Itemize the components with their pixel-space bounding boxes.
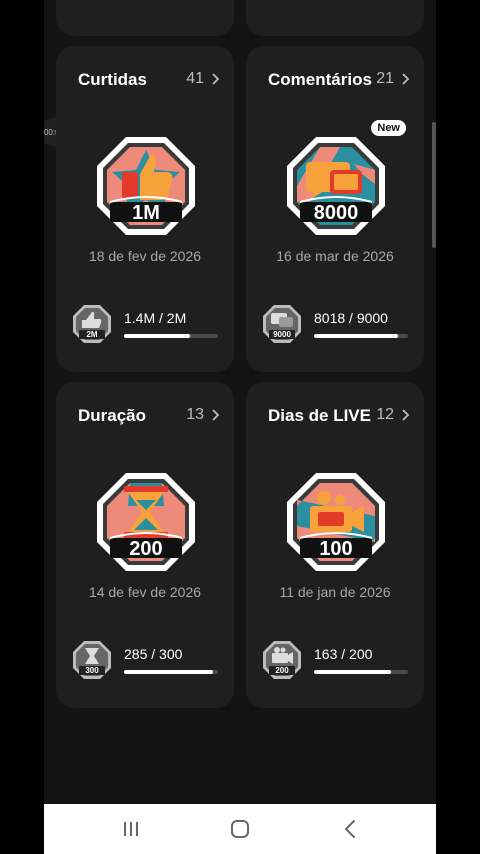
- card-title: Curtidas: [78, 70, 147, 89]
- badge-date: 16 de mar de 2026: [276, 248, 394, 264]
- recents-icon[interactable]: [118, 816, 144, 842]
- card-stub-right: [246, 0, 424, 36]
- scrollbar[interactable]: [432, 122, 436, 248]
- count-value: 21: [376, 70, 394, 87]
- system-navigation-bar: [44, 804, 436, 854]
- next-badge-value: 300: [85, 666, 99, 675]
- badge-value: 8000: [313, 202, 359, 224]
- count-value: 13: [186, 406, 204, 423]
- back-icon[interactable]: [338, 816, 364, 842]
- count-value: 41: [186, 70, 204, 87]
- progress-fill: [124, 670, 214, 674]
- badge-card-dias-de-live[interactable]: Dias de LIVE 12 100 11 de jan de 2026 20…: [246, 382, 424, 708]
- card-stub-left: [56, 0, 234, 36]
- progress-bar: [314, 334, 408, 338]
- count-value: 12: [376, 406, 394, 423]
- badge-value: 100: [319, 538, 353, 560]
- badge-date: 14 de fev de 2026: [88, 584, 202, 600]
- card-count[interactable]: 41: [186, 70, 220, 88]
- badge-card-comentarios[interactable]: Comentários 21 New 8000 16 de mar de 202…: [246, 46, 424, 372]
- next-badge-value: 2M: [86, 330, 98, 339]
- badge-value: 200: [129, 538, 163, 560]
- next-badge-value: 200: [275, 666, 289, 675]
- badge-date: 18 de fev de 2026: [88, 248, 202, 264]
- card-title: Dias de LIVE: [268, 406, 371, 425]
- progress-text: 285 / 300: [124, 646, 183, 662]
- card-count[interactable]: 21: [376, 70, 410, 88]
- progress-bar: [124, 670, 218, 674]
- progress-fill: [314, 334, 398, 338]
- next-badge-value: 9000: [273, 330, 291, 339]
- progress-bar: [314, 670, 408, 674]
- card-count[interactable]: 12: [376, 406, 410, 424]
- card-title: Duração: [78, 406, 147, 425]
- badge-card-duracao[interactable]: Duração 13 200 14 de fev de 2026 300 285…: [56, 382, 234, 708]
- chevron-right-icon: [402, 73, 410, 85]
- chevron-right-icon: [212, 409, 220, 421]
- chevron-right-icon: [402, 409, 410, 421]
- card-title: Comentários: [268, 70, 372, 89]
- badge-date: 11 de jan de 2026: [279, 584, 391, 600]
- app-screen: 00:08 Curtidas 41 1M 18 de fev de 2026 2: [44, 0, 436, 854]
- progress-text: 1.4M / 2M: [124, 310, 187, 326]
- home-icon[interactable]: [227, 816, 253, 842]
- progress-text: 8018 / 9000: [314, 310, 388, 326]
- progress-fill: [124, 334, 190, 338]
- chevron-right-icon: [212, 73, 220, 85]
- badge-value: 1M: [132, 202, 160, 224]
- progress-fill: [314, 670, 391, 674]
- progress-bar: [124, 334, 218, 338]
- progress-text: 163 / 200: [314, 646, 373, 662]
- badge-card-curtidas[interactable]: Curtidas 41 1M 18 de fev de 2026 2M 1.4M…: [56, 46, 234, 372]
- card-count[interactable]: 13: [186, 406, 220, 424]
